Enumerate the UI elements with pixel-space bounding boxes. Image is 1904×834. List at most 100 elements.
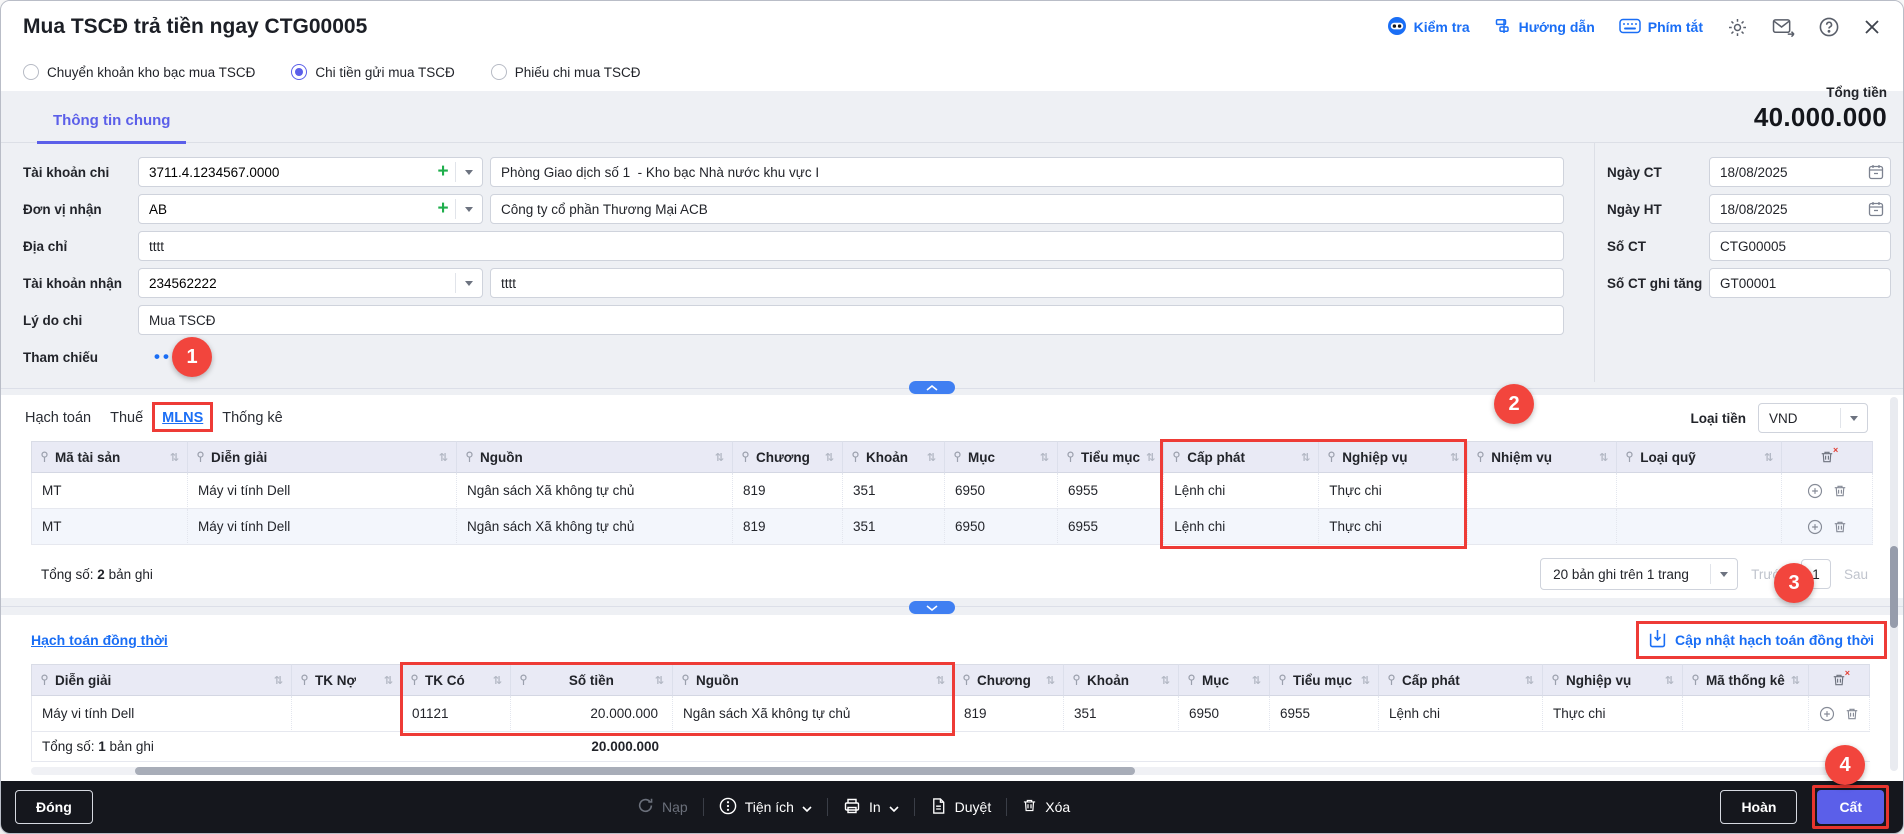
close-button[interactable]: [1863, 18, 1881, 36]
column-header[interactable]: Nguồn⇅: [457, 441, 733, 473]
tai-khoan-nhan-input[interactable]: [139, 270, 455, 296]
cell[interactable]: Máy vi tính Dell: [188, 509, 457, 545]
tab-thong-tin-chung[interactable]: Thông tin chung: [37, 112, 186, 144]
ly-do-chi-input[interactable]: [138, 305, 1564, 335]
delete-column-header[interactable]: ×: [1782, 441, 1873, 473]
sort-icon[interactable]: ⇅: [1791, 674, 1800, 687]
print-button[interactable]: In: [843, 797, 899, 818]
cell[interactable]: 819: [733, 509, 843, 545]
shortcuts-button[interactable]: Phím tắt: [1619, 18, 1703, 37]
expand-section-button[interactable]: [909, 601, 955, 614]
column-header[interactable]: Nguồn⇅: [673, 664, 954, 696]
update-simultaneous-posting-button[interactable]: Cập nhật hạch toán đồng thời: [1649, 629, 1874, 651]
table-row[interactable]: MTMáy vi tính DellNgân sách Xã không tự …: [31, 509, 1873, 545]
sort-icon[interactable]: ⇅: [715, 451, 724, 464]
sort-icon[interactable]: ⇅: [936, 674, 945, 687]
vertical-scrollbar-handle[interactable]: [1890, 546, 1898, 628]
delete-row-icon[interactable]: [1845, 707, 1859, 721]
save-button[interactable]: Cất: [1817, 790, 1884, 824]
tab-thong-ke[interactable]: Thống kê: [222, 410, 282, 426]
column-header[interactable]: Chương⇅: [733, 441, 843, 473]
cell[interactable]: Thực chi: [1543, 696, 1683, 732]
sort-icon[interactable]: ⇅: [1046, 674, 1055, 687]
column-header[interactable]: Nhiệm vụ⇅: [1468, 441, 1617, 473]
don-vi-nhan-combo[interactable]: +: [138, 194, 483, 224]
cell[interactable]: 6950: [945, 473, 1058, 509]
cell[interactable]: Thực chi: [1319, 509, 1468, 545]
add-row-icon[interactable]: [1807, 519, 1823, 535]
sort-icon[interactable]: ⇅: [170, 451, 179, 464]
sort-icon[interactable]: ⇅: [1450, 451, 1459, 464]
cell[interactable]: Ngân sách Xã không tự chủ: [457, 473, 733, 509]
chevron-down-icon[interactable]: [456, 281, 482, 286]
sort-icon[interactable]: ⇅: [927, 451, 936, 464]
tai-khoan-nhan-combo[interactable]: [138, 268, 483, 298]
cell[interactable]: 351: [843, 473, 945, 509]
simultaneous-posting-link[interactable]: Hạch toán đồng thời: [31, 632, 168, 648]
column-header[interactable]: Cấp phát⇅: [1379, 664, 1543, 696]
column-header[interactable]: Tiểu mục⇅: [1058, 441, 1164, 473]
sort-icon[interactable]: ⇅: [274, 674, 283, 687]
cell[interactable]: 351: [843, 509, 945, 545]
horizontal-scrollbar[interactable]: [31, 767, 1853, 775]
scrollbar-handle[interactable]: [135, 767, 1135, 775]
cell[interactable]: [1617, 473, 1782, 509]
column-header[interactable]: Diễn giải⇅: [188, 441, 457, 473]
delete-column-header[interactable]: ×: [1809, 664, 1870, 696]
delete-button[interactable]: Xóa: [1022, 798, 1070, 816]
radio-chi-tien-gui[interactable]: Chi tiền gửi mua TSCĐ: [291, 64, 454, 80]
column-header[interactable]: Diễn giải⇅: [31, 664, 292, 696]
table-row[interactable]: MTMáy vi tính DellNgân sách Xã không tự …: [31, 473, 1873, 509]
check-button[interactable]: Kiểm tra: [1387, 16, 1470, 39]
cell[interactable]: 819: [733, 473, 843, 509]
ngay-ht-input[interactable]: [1709, 194, 1891, 224]
column-header[interactable]: Mã thống kê⇅: [1683, 664, 1809, 696]
table-row[interactable]: Máy vi tính Dell0112120.000.000Ngân sách…: [31, 696, 1870, 732]
don-vi-nhan-input[interactable]: [139, 196, 431, 222]
add-row-icon[interactable]: [1819, 706, 1835, 722]
radio-phieu-chi[interactable]: Phiếu chi mua TSCĐ: [491, 64, 641, 80]
tai-khoan-chi-combo[interactable]: +: [138, 157, 483, 187]
cell[interactable]: Máy vi tính Dell: [31, 696, 292, 732]
tab-mlns[interactable]: MLNS: [162, 410, 203, 426]
add-plus-icon[interactable]: +: [431, 196, 455, 222]
column-header[interactable]: Cấp phát⇅: [1164, 441, 1319, 473]
cell[interactable]: 6955: [1058, 473, 1164, 509]
cell[interactable]: Lệnh chi: [1164, 473, 1319, 509]
sort-icon[interactable]: ⇅: [1361, 674, 1370, 687]
column-header[interactable]: Số tiền⇅: [511, 664, 673, 696]
column-header[interactable]: Nghiệp vụ⇅: [1319, 441, 1468, 473]
cell[interactable]: 6955: [1058, 509, 1164, 545]
cell[interactable]: Máy vi tính Dell: [188, 473, 457, 509]
collapse-section-button[interactable]: [909, 381, 955, 394]
radio-chuyen-khoan-kho-bac[interactable]: Chuyển khoản kho bạc mua TSCĐ: [23, 64, 255, 80]
sort-icon[interactable]: ⇅: [1252, 674, 1261, 687]
tab-hach-toan[interactable]: Hạch toán: [25, 410, 91, 426]
column-header[interactable]: Mục⇅: [1179, 664, 1270, 696]
page-size-select[interactable]: 20 bản ghi trên 1 trang: [1540, 558, 1738, 590]
column-header[interactable]: Mã tài sản⇅: [31, 441, 188, 473]
cell[interactable]: [1468, 509, 1617, 545]
cell[interactable]: 20.000.000: [511, 696, 673, 732]
send-feedback-button[interactable]: [1772, 18, 1795, 37]
sort-icon[interactable]: ⇅: [1040, 451, 1049, 464]
close-form-button[interactable]: Đóng: [15, 790, 93, 824]
sort-icon[interactable]: ⇅: [655, 674, 664, 687]
sort-icon[interactable]: ⇅: [1146, 451, 1155, 464]
cell[interactable]: 6950: [1179, 696, 1270, 732]
help-button[interactable]: [1819, 17, 1839, 37]
tai-khoan-chi-name-input[interactable]: [490, 157, 1564, 187]
column-header[interactable]: Khoản⇅: [843, 441, 945, 473]
don-vi-nhan-name-input[interactable]: [490, 194, 1564, 224]
add-plus-icon[interactable]: +: [431, 159, 455, 185]
prev-page-button[interactable]: Trước: [1751, 567, 1788, 582]
cell[interactable]: MT: [31, 473, 188, 509]
sort-icon[interactable]: ⇅: [825, 451, 834, 464]
cell[interactable]: 6950: [945, 509, 1058, 545]
column-header[interactable]: Nghiệp vụ⇅: [1543, 664, 1683, 696]
cell[interactable]: Thực chi: [1319, 473, 1468, 509]
sort-icon[interactable]: ⇅: [1665, 674, 1674, 687]
chevron-down-icon[interactable]: [456, 207, 482, 212]
cell[interactable]: Lệnh chi: [1379, 696, 1543, 732]
tai-khoan-nhan-name-input[interactable]: [490, 268, 1564, 298]
